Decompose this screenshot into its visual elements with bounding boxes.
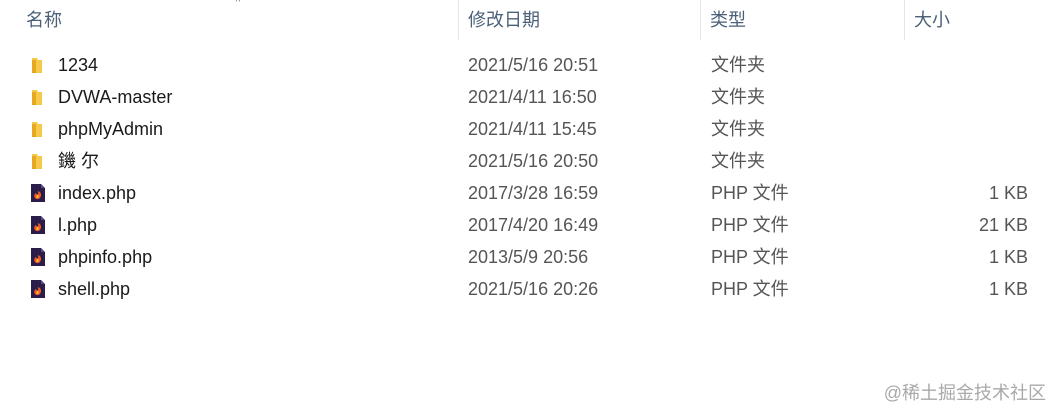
file-type: 文件夹 bbox=[711, 151, 765, 171]
file-date: 2013/5/9 20:56 bbox=[468, 247, 589, 267]
folder-icon bbox=[32, 154, 42, 169]
file-type: 文件夹 bbox=[711, 87, 765, 107]
file-size bbox=[904, 113, 1028, 145]
file-date: 2017/3/28 16:59 bbox=[468, 183, 599, 203]
file-date: 2021/4/11 16:50 bbox=[468, 87, 597, 107]
file-name: index.php bbox=[58, 183, 137, 203]
file-name: 1234 bbox=[58, 55, 99, 75]
watermark: @稀土掘金技术社区 bbox=[883, 383, 1046, 403]
column-header-date[interactable]: 修改日期 bbox=[458, 0, 700, 40]
file-date: 2017/4/20 16:49 bbox=[468, 215, 599, 235]
file-size bbox=[904, 81, 1028, 113]
php-file-icon bbox=[31, 248, 45, 266]
file-size: 1 KB bbox=[988, 279, 1028, 299]
file-size: 1 KB bbox=[988, 183, 1028, 203]
file-date: 2021/5/16 20:51 bbox=[468, 55, 599, 75]
file-row[interactable]: shell.php 2021/5/16 20:26 PHP 文件 1 KB bbox=[0, 273, 1060, 305]
file-date: 2021/5/16 20:50 bbox=[468, 151, 599, 171]
file-name: phpinfo.php bbox=[58, 247, 153, 267]
file-row[interactable]: index.php 2017/3/28 16:59 PHP 文件 1 KB bbox=[0, 177, 1060, 209]
file-type: 文件夹 bbox=[711, 55, 765, 75]
folder-icon bbox=[32, 58, 42, 73]
file-type: PHP 文件 bbox=[711, 279, 789, 299]
file-name: l.php bbox=[58, 215, 98, 235]
file-explorer: 名称 ^ 修改日期 类型 大小 1234 2021/5/16 20:51 文件夹… bbox=[0, 0, 1060, 417]
file-type: PHP 文件 bbox=[711, 247, 789, 267]
file-row[interactable]: phpMyAdmin 2021/4/11 15:45 文件夹 bbox=[0, 113, 1060, 145]
file-size: 1 KB bbox=[988, 247, 1028, 267]
php-file-icon bbox=[31, 280, 45, 298]
php-file-icon bbox=[31, 216, 45, 234]
file-type: PHP 文件 bbox=[711, 183, 789, 203]
file-name: phpMyAdmin bbox=[58, 119, 164, 139]
column-header-size[interactable]: 大小 bbox=[904, 0, 1044, 40]
file-name: shell.php bbox=[58, 279, 131, 299]
file-row[interactable]: phpinfo.php 2013/5/9 20:56 PHP 文件 1 KB bbox=[0, 241, 1060, 273]
file-type: PHP 文件 bbox=[711, 215, 789, 235]
file-list: 1234 2021/5/16 20:51 文件夹 DVWA-master 202… bbox=[0, 49, 1060, 305]
file-row[interactable]: l.php 2017/4/20 16:49 PHP 文件 21 KB bbox=[0, 209, 1060, 241]
file-date: 2021/4/11 15:45 bbox=[468, 119, 597, 139]
file-name: DVWA-master bbox=[58, 87, 173, 107]
folder-icon bbox=[32, 122, 42, 137]
file-size bbox=[904, 145, 1028, 177]
file-row[interactable]: 鐖 尔 2021/5/16 20:50 文件夹 bbox=[0, 145, 1060, 177]
file-row[interactable]: DVWA-master 2021/4/11 16:50 文件夹 bbox=[0, 81, 1060, 113]
file-name: 鐖 尔 bbox=[58, 151, 100, 171]
file-row[interactable]: 1234 2021/5/16 20:51 文件夹 bbox=[0, 49, 1060, 81]
column-header-bar: 名称 ^ 修改日期 类型 大小 bbox=[0, 0, 1060, 40]
file-size bbox=[904, 49, 1028, 81]
file-size: 21 KB bbox=[978, 215, 1028, 235]
file-type: 文件夹 bbox=[711, 119, 765, 139]
file-date: 2021/5/16 20:26 bbox=[468, 279, 599, 299]
folder-icon bbox=[32, 90, 42, 105]
sort-ascending-icon: ^ bbox=[235, 0, 241, 8]
php-file-icon bbox=[31, 184, 45, 202]
column-header-type[interactable]: 类型 bbox=[700, 0, 904, 40]
